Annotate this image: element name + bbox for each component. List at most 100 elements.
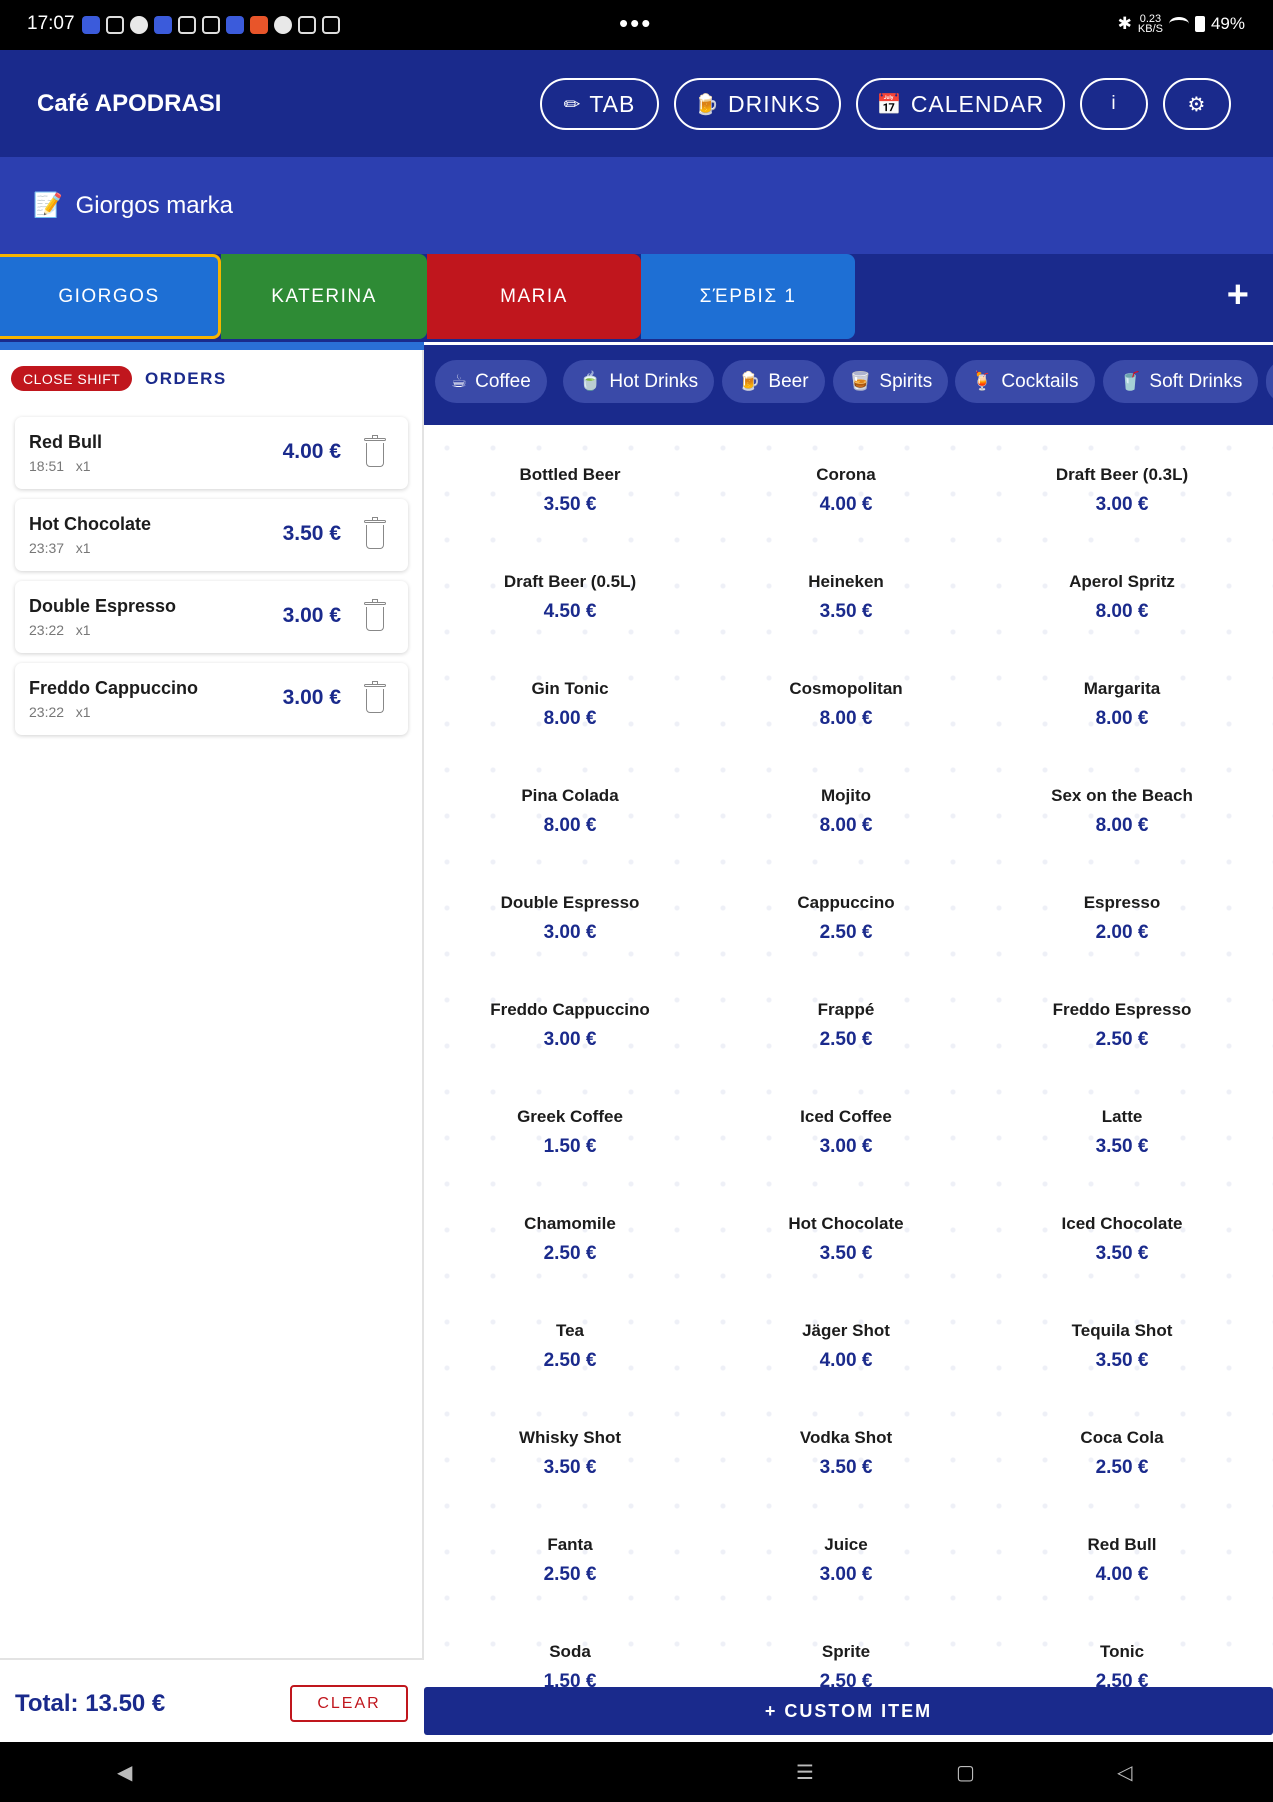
menu-item[interactable]: Draft Beer (0.3L) 3.00 € xyxy=(984,425,1260,532)
menu-item[interactable]: Soda 1.50 € xyxy=(432,1602,708,1687)
orders-title: ORDERS xyxy=(145,369,227,388)
menu-item[interactable]: Jäger Shot 4.00 € xyxy=(708,1281,984,1388)
menu-item-name: Double Espresso xyxy=(500,893,640,912)
order-item[interactable]: Freddo Cappuccino 23:22 x1 3.00 € xyxy=(15,663,408,735)
order-item[interactable]: Red Bull 18:51 x1 4.00 € xyxy=(15,417,408,489)
category-hot-drinks[interactable]: 🍵 Hot Drinks xyxy=(563,360,715,403)
menu-item[interactable]: Hot Chocolate 3.50 € xyxy=(708,1174,984,1281)
tab-giorgos[interactable]: GIORGOS xyxy=(0,254,221,339)
order-time: 18:51 xyxy=(29,458,65,474)
clear-button[interactable]: CLEAR xyxy=(290,1685,408,1722)
menu-item[interactable]: Aperol Spritz 8.00 € xyxy=(984,532,1260,639)
calendar-button[interactable]: 📅 CALENDAR xyxy=(856,78,1065,130)
order-qty: x1 xyxy=(75,540,91,556)
tab-note-text: Giorgos marka xyxy=(75,192,233,219)
menu-item[interactable]: Draft Beer (0.5L) 4.50 € xyxy=(432,532,708,639)
menu-item[interactable]: Tequila Shot 3.50 € xyxy=(984,1281,1260,1388)
menu-item[interactable]: Tea 2.50 € xyxy=(432,1281,708,1388)
info-button[interactable]: i xyxy=(1080,78,1148,130)
category-beer[interactable]: 🍺 Beer xyxy=(722,360,825,403)
menu-item-price: 8.00 € xyxy=(543,815,597,836)
menu-item-name: Latte xyxy=(1101,1107,1143,1126)
system-nav-bar: ◀ ☰ ▢ ◁ xyxy=(0,1742,1273,1802)
menu-item[interactable]: Double Espresso 3.00 € xyxy=(432,853,708,960)
menu-item[interactable]: Cappuccino 2.50 € xyxy=(708,853,984,960)
recents-lines-icon[interactable]: ☰ xyxy=(796,1760,814,1785)
menu-item-name: Draft Beer (0.5L) xyxy=(503,572,637,591)
menu-item[interactable]: Freddo Espresso 2.50 € xyxy=(984,960,1260,1067)
menu-item-name: Sex on the Beach xyxy=(1051,786,1193,805)
menu-item-price: 4.00 € xyxy=(819,494,873,515)
menu-item[interactable]: Pina Colada 8.00 € xyxy=(432,746,708,853)
add-tab-button[interactable]: + xyxy=(1227,274,1249,317)
network-speed: 0.23 KB/S xyxy=(1137,14,1163,35)
menu-item[interactable]: Espresso 2.00 € xyxy=(984,853,1260,960)
home-icon[interactable]: ▢ xyxy=(956,1760,975,1785)
order-name: Hot Chocolate xyxy=(29,514,152,534)
trash-icon[interactable] xyxy=(364,435,386,469)
category-more[interactable] xyxy=(1266,360,1273,403)
menu-item-price: 2.50 € xyxy=(1095,1029,1149,1050)
category-soft-drinks[interactable]: 🥤 Soft Drinks xyxy=(1103,360,1259,403)
order-price: 3.00 € xyxy=(282,604,341,627)
menu-item[interactable]: Margarita 8.00 € xyxy=(984,639,1260,746)
back-icon[interactable]: ◁ xyxy=(1117,1760,1132,1785)
category-label: Coffee xyxy=(475,370,531,392)
menu-item[interactable]: Freddo Cappuccino 3.00 € xyxy=(432,960,708,1067)
tab-katerina[interactable]: KATERINA xyxy=(221,254,427,339)
menu-item-price: 2.50 € xyxy=(1095,1671,1149,1687)
trash-icon[interactable] xyxy=(364,681,386,715)
menu-item[interactable]: Iced Chocolate 3.50 € xyxy=(984,1174,1260,1281)
menu-item[interactable]: Chamomile 2.50 € xyxy=(432,1174,708,1281)
custom-item-button[interactable]: + CUSTOM ITEM xyxy=(424,1687,1273,1735)
menu-item[interactable]: Tonic 2.50 € xyxy=(984,1602,1260,1687)
menu-item[interactable]: Latte 3.50 € xyxy=(984,1067,1260,1174)
category-label: Soft Drinks xyxy=(1149,370,1243,392)
status-bar: 17:07 ••• ✱ 0.23 KB/S 49% xyxy=(0,0,1273,50)
order-item[interactable]: Hot Chocolate 23:37 x1 3.50 € xyxy=(15,499,408,571)
clock-icon xyxy=(274,16,292,34)
menu-item[interactable]: Iced Coffee 3.00 € xyxy=(708,1067,984,1174)
menu-item[interactable]: Heineken 3.50 € xyxy=(708,532,984,639)
menu-item[interactable]: Sprite 2.50 € xyxy=(708,1602,984,1687)
back-arrow-icon[interactable]: ◀ xyxy=(117,1760,132,1785)
menu-item-name: Mojito xyxy=(820,786,872,805)
tab-service-1[interactable]: ΣΈΡΒΙΣ 1 xyxy=(641,254,855,339)
menu-item[interactable]: Red Bull 4.00 € xyxy=(984,1495,1260,1602)
menu-item[interactable]: Juice 3.00 € xyxy=(708,1495,984,1602)
menu-item[interactable]: Frappé 2.50 € xyxy=(708,960,984,1067)
drinks-button[interactable]: 🍺 DRINKS xyxy=(674,78,841,130)
order-price: 4.00 € xyxy=(282,440,341,463)
order-meta: 23:37 x1 xyxy=(29,540,91,556)
menu-item-name: Vodka Shot xyxy=(799,1428,893,1447)
trash-icon[interactable] xyxy=(364,517,386,551)
menu-item[interactable]: Vodka Shot 3.50 € xyxy=(708,1388,984,1495)
menu-item[interactable]: Corona 4.00 € xyxy=(708,425,984,532)
category-cocktails[interactable]: 🍹 Cocktails xyxy=(955,360,1095,403)
category-spirits[interactable]: 🥃 Spirits xyxy=(833,360,949,403)
menu-item[interactable]: Cosmopolitan 8.00 € xyxy=(708,639,984,746)
category-label: Beer xyxy=(768,370,809,392)
speed-unit: KB/S xyxy=(1137,23,1163,35)
tab-note-bar[interactable]: 📝 Giorgos marka xyxy=(0,157,1273,254)
menu-item-name: Coca Cola xyxy=(1080,1428,1164,1447)
menu-item[interactable]: Fanta 2.50 € xyxy=(432,1495,708,1602)
tab-maria[interactable]: MARIA xyxy=(427,254,641,339)
menu-item[interactable]: Whisky Shot 3.50 € xyxy=(432,1388,708,1495)
tab-button[interactable]: ✏ TAB xyxy=(540,78,659,130)
menu-item[interactable]: Gin Tonic 8.00 € xyxy=(432,639,708,746)
order-item[interactable]: Double Espresso 23:22 x1 3.00 € xyxy=(15,581,408,653)
menu-item-price: 3.00 € xyxy=(543,922,597,943)
trash-icon[interactable] xyxy=(364,599,386,633)
calendar-icon xyxy=(322,16,340,34)
menu-item[interactable]: Bottled Beer 3.50 € xyxy=(432,425,708,532)
menu-item[interactable]: Greek Coffee 1.50 € xyxy=(432,1067,708,1174)
menu-item-name: Espresso xyxy=(1083,893,1161,912)
menu-item[interactable]: Coca Cola 2.50 € xyxy=(984,1388,1260,1495)
menu-item-price: 2.50 € xyxy=(819,1029,873,1050)
menu-item[interactable]: Mojito 8.00 € xyxy=(708,746,984,853)
settings-button[interactable]: ⚙ xyxy=(1163,78,1231,130)
menu-item[interactable]: Sex on the Beach 8.00 € xyxy=(984,746,1260,853)
close-shift-button[interactable]: CLOSE SHIFT xyxy=(11,366,133,391)
category-coffee[interactable]: ☕ Coffee xyxy=(435,360,547,403)
